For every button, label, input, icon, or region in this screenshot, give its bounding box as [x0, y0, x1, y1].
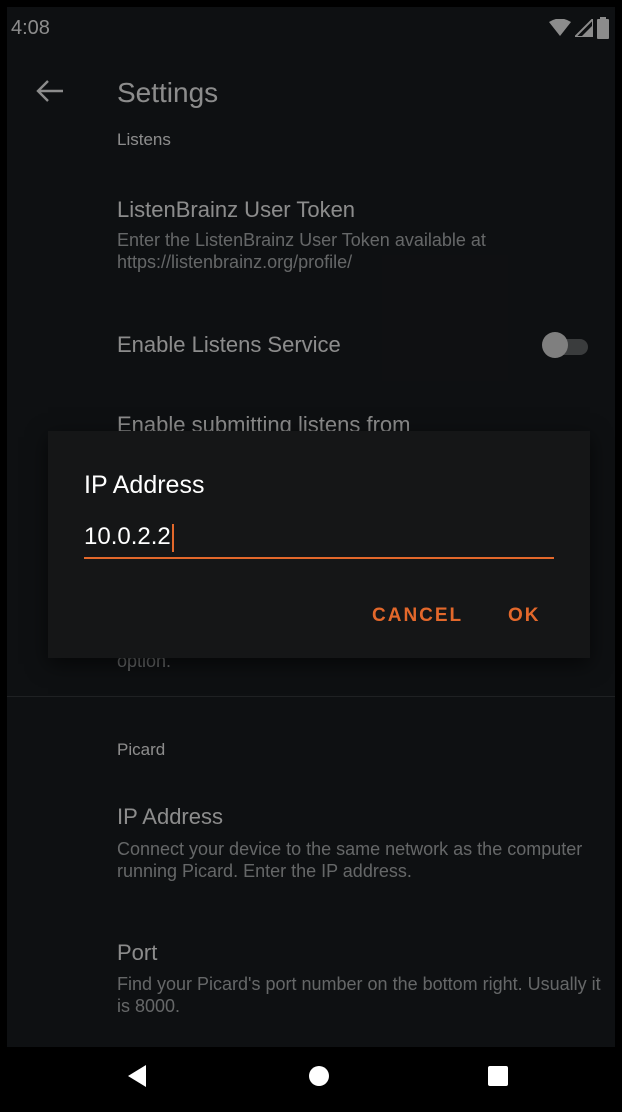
text-caret	[171, 523, 174, 552]
nav-recents-button[interactable]	[458, 1047, 538, 1105]
dialog-title: IP Address	[84, 471, 205, 499]
settings-screen: 4:08 Settings Listens ListenBrainz User …	[7, 7, 615, 1105]
recents-square-icon	[488, 1066, 508, 1086]
ip-address-value: 10.0.2.2	[84, 523, 174, 552]
home-circle-icon	[309, 1066, 329, 1086]
ok-button[interactable]: OK	[500, 599, 549, 633]
nav-home-button[interactable]	[279, 1047, 359, 1105]
cancel-button[interactable]: CANCEL	[364, 599, 471, 633]
back-triangle-icon	[128, 1065, 146, 1087]
ip-address-dialog: IP Address 10.0.2.2 CANCEL OK	[48, 431, 590, 658]
navigation-bar	[7, 1047, 615, 1105]
nav-back-button[interactable]	[97, 1047, 177, 1105]
